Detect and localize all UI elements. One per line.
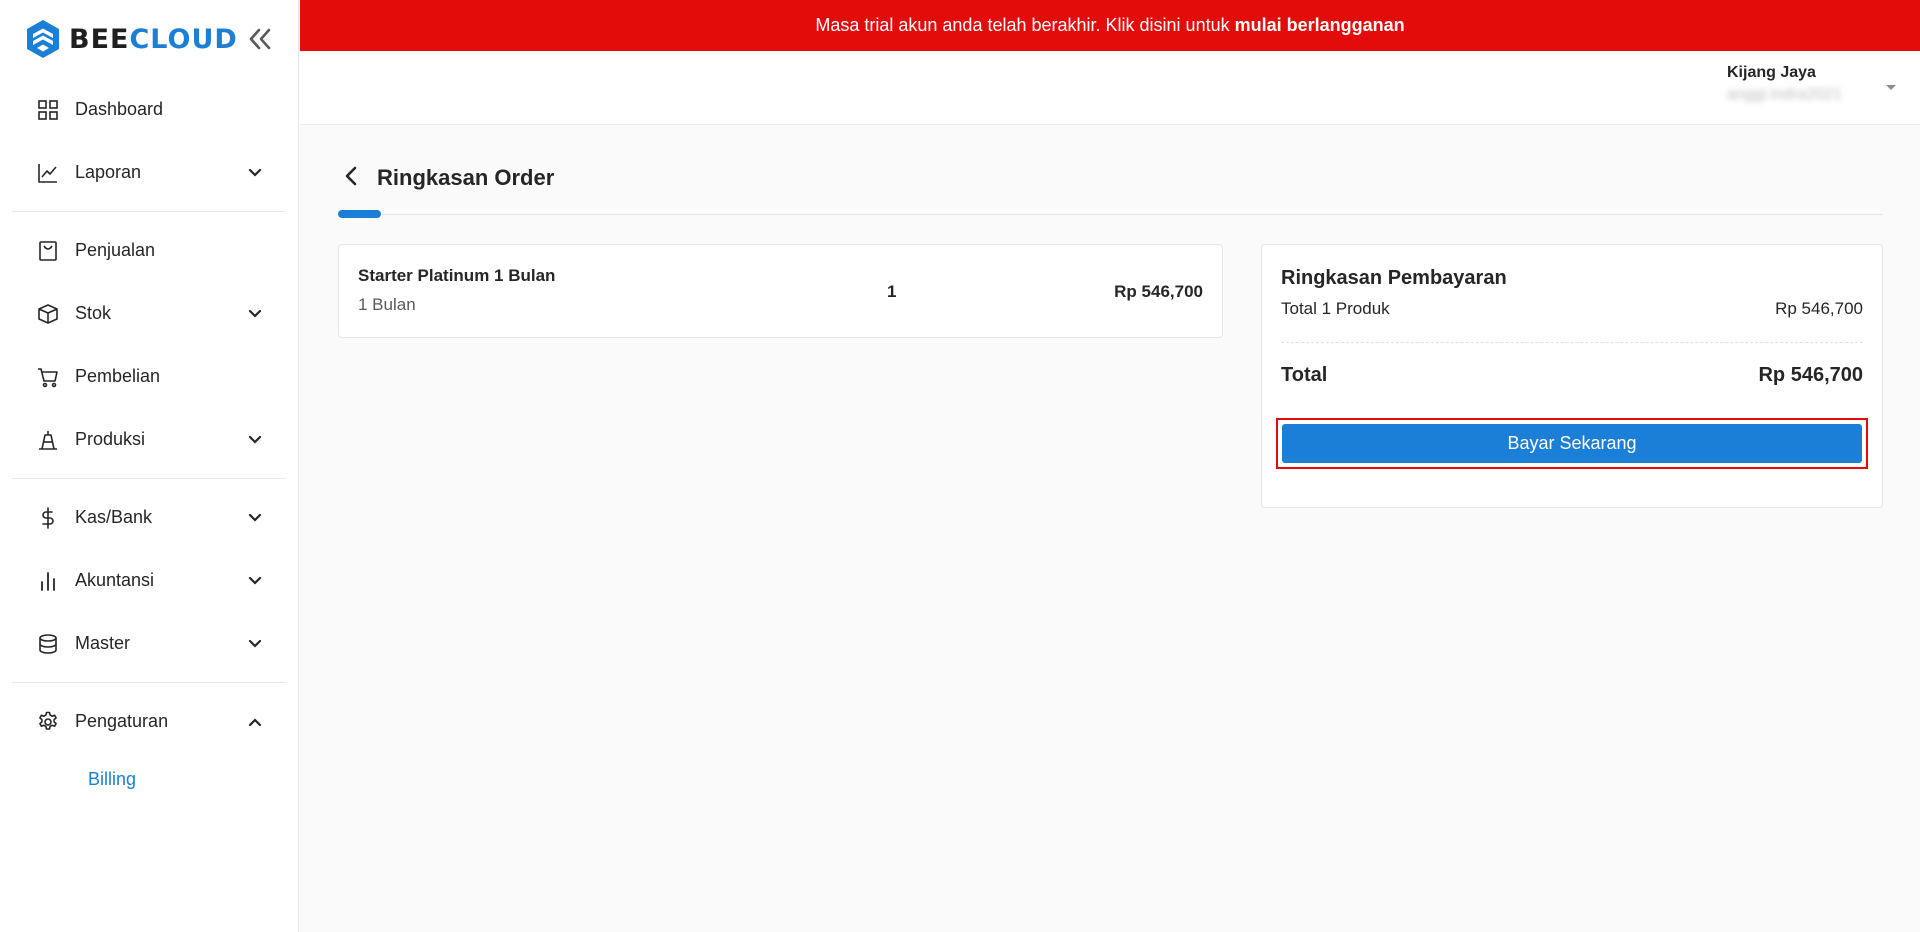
summary-product-count: Total 1 Produk [1281, 299, 1390, 318]
pay-now-button[interactable]: Bayar Sekarang [1282, 424, 1862, 463]
sidebar-menu: Penjualan Stok Pembelian Produksi [0, 219, 298, 471]
sidebar-item-pengaturan[interactable]: Pengaturan [0, 690, 298, 753]
banner-subscribe-link[interactable]: mulai berlangganan [1235, 15, 1405, 36]
logo[interactable]: BEECLOUD [0, 0, 298, 78]
sidebar-item-label: Laporan [75, 162, 142, 182]
divider [12, 478, 286, 479]
chevron-up-icon [248, 717, 262, 726]
chevron-down-icon [248, 435, 262, 444]
database-icon [37, 633, 59, 655]
sidebar-item-label: Dashboard [75, 99, 164, 119]
product-price: Rp 546,700 [1114, 282, 1203, 301]
sidebar-item-akuntansi[interactable]: Akuntansi [0, 549, 298, 612]
back-arrow-icon[interactable] [340, 165, 362, 187]
sidebar-item-laporan[interactable]: Laporan [0, 141, 298, 204]
sidebar-item-label: Pengaturan [75, 711, 169, 731]
sidebar-item-label: Akuntansi [75, 570, 155, 590]
banner-text: Masa trial akun anda telah berakhir. Kli… [815, 15, 1230, 35]
shopping-bag-icon [37, 240, 59, 262]
total-amount: Rp 546,700 [1758, 364, 1863, 386]
sidebar-item-master[interactable]: Master [0, 612, 298, 675]
page-header: Ringkasan Order [338, 125, 1883, 218]
sidebar-item-stok[interactable]: Stok [0, 282, 298, 345]
sidebar-item-label: Pembelian [75, 366, 161, 386]
sidebar-item-dashboard[interactable]: Dashboard [0, 78, 298, 141]
user-name: Kijang Jaya [1727, 64, 1816, 81]
gear-icon [37, 711, 59, 733]
bar-chart-icon [37, 570, 59, 592]
double-chevron-left-icon[interactable] [246, 25, 274, 53]
chevron-down-icon [248, 639, 262, 648]
box-icon [37, 303, 59, 325]
sidebar-item-produksi[interactable]: Produksi [0, 408, 298, 471]
line-chart-icon [37, 162, 59, 184]
sidebar-item-pembelian[interactable]: Pembelian [0, 345, 298, 408]
chevron-down-icon [248, 309, 262, 318]
production-icon [37, 429, 59, 451]
sidebar-menu: Kas/Bank Akuntansi Master [0, 486, 298, 675]
chevron-down-icon [248, 576, 262, 585]
divider [12, 682, 286, 683]
trial-expired-banner[interactable]: Masa trial akun anda telah berakhir. Kli… [300, 0, 1920, 51]
total-label: Total [1281, 364, 1328, 386]
sidebar-item-label: Master [75, 633, 131, 653]
sidebar-item-label: Produksi [75, 429, 146, 449]
sidebar-menu: Dashboard Laporan [0, 78, 298, 204]
main-content: Ringkasan Order Starter Platinum 1 Bulan… [338, 125, 1883, 508]
sidebar-item-penjualan[interactable]: Penjualan [0, 219, 298, 282]
dollar-icon [37, 506, 59, 529]
sidebar-menu: Pengaturan Billing [0, 690, 298, 805]
sidebar-item-label: Stok [75, 303, 112, 323]
chevron-down-icon [248, 513, 262, 522]
cart-icon [37, 366, 59, 388]
product-quantity: 1 [887, 282, 897, 301]
pay-button-highlight: Bayar Sekarang [1276, 418, 1868, 469]
caret-down-icon[interactable] [1885, 81, 1897, 93]
sidebar: BEECLOUD Dashboard Laporan Penjualan Sto… [0, 0, 299, 932]
product-name: Starter Platinum 1 Bulan [358, 266, 556, 285]
sidebar-subitem-billing[interactable]: Billing [0, 753, 298, 805]
sidebar-item-label: Penjualan [75, 240, 156, 260]
order-item-card: Starter Platinum 1 Bulan 1 Bulan 1 Rp 54… [338, 244, 1223, 338]
payment-summary-card: Ringkasan Pembayaran Total 1 Produk Rp 5… [1261, 244, 1883, 508]
page-title: Ringkasan Order [377, 165, 555, 190]
product-period: 1 Bulan [358, 295, 416, 314]
sidebar-item-label: Kas/Bank [75, 507, 153, 527]
chevron-down-icon [248, 168, 262, 177]
tab-indicator [338, 210, 381, 218]
logo-text: BEECLOUD [69, 23, 238, 55]
top-header: Kijang Jaya anggi.indra2021 [300, 51, 1920, 125]
summary-product-amount: Rp 546,700 [1775, 299, 1863, 318]
divider [1281, 342, 1863, 343]
grid-icon [37, 99, 59, 121]
sidebar-item-kas-bank[interactable]: Kas/Bank [0, 486, 298, 549]
beecloud-logo-icon [27, 20, 59, 58]
divider [12, 211, 286, 212]
summary-title: Ringkasan Pembayaran [1281, 267, 1507, 289]
